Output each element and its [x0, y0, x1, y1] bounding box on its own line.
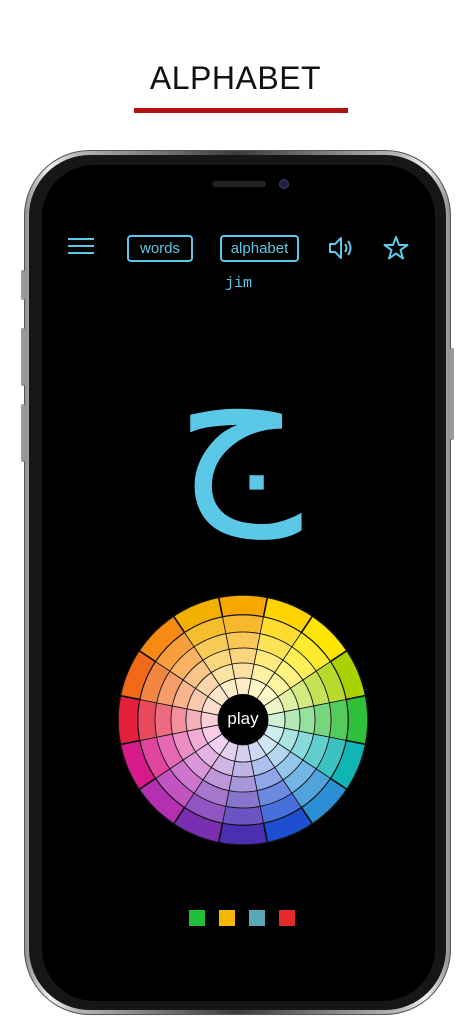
arabic-letter: ج [175, 311, 302, 539]
wheel-segment[interactable] [228, 775, 258, 793]
page-title: ALPHABET [149, 60, 322, 96]
wheel-segment[interactable] [185, 708, 203, 732]
hamburger-menu-icon[interactable] [68, 235, 94, 257]
wheel-segment[interactable] [222, 805, 264, 826]
phone-volume-down-button [21, 404, 25, 462]
wheel-segment[interactable] [231, 662, 255, 680]
color-swatch-row [189, 910, 299, 928]
color-swatch[interactable] [279, 910, 295, 926]
wheel-segment[interactable] [283, 708, 301, 732]
words-button[interactable]: words [127, 235, 193, 262]
wheel-segment[interactable] [118, 694, 141, 746]
phone-screen: words alphabet jim ج play [42, 165, 435, 1001]
alphabet-button[interactable]: alphabet [220, 235, 299, 262]
color-swatch[interactable] [219, 910, 235, 926]
wheel-segment[interactable] [328, 699, 349, 741]
wheel-segment[interactable] [217, 595, 269, 618]
speaker-icon[interactable] [328, 235, 356, 261]
color-swatch[interactable] [189, 910, 205, 926]
title-underline [134, 108, 348, 113]
wheel-segment[interactable] [345, 694, 368, 746]
wheel-segment[interactable] [137, 699, 158, 741]
star-outline-icon[interactable] [383, 235, 409, 261]
wheel-segment[interactable] [217, 822, 269, 845]
wheel-segment[interactable] [298, 705, 316, 735]
wheel-segment[interactable] [154, 702, 173, 738]
wheel-segment[interactable] [170, 705, 188, 735]
wheel-segment[interactable] [225, 631, 261, 650]
color-swatch[interactable] [249, 910, 265, 926]
phone-power-button [450, 348, 454, 440]
wheel-segment[interactable] [222, 614, 264, 635]
phone-volume-up-button [21, 328, 25, 386]
play-button[interactable]: play [218, 694, 268, 744]
front-camera [279, 179, 289, 189]
letter-name: jim [224, 275, 252, 292]
wheel-segment[interactable] [225, 790, 261, 809]
phone-side-button [21, 270, 25, 300]
wheel-segment[interactable] [313, 702, 332, 738]
wheel-segment[interactable] [228, 647, 258, 665]
wheel-segment[interactable] [231, 760, 255, 778]
earpiece-speaker [212, 181, 266, 187]
